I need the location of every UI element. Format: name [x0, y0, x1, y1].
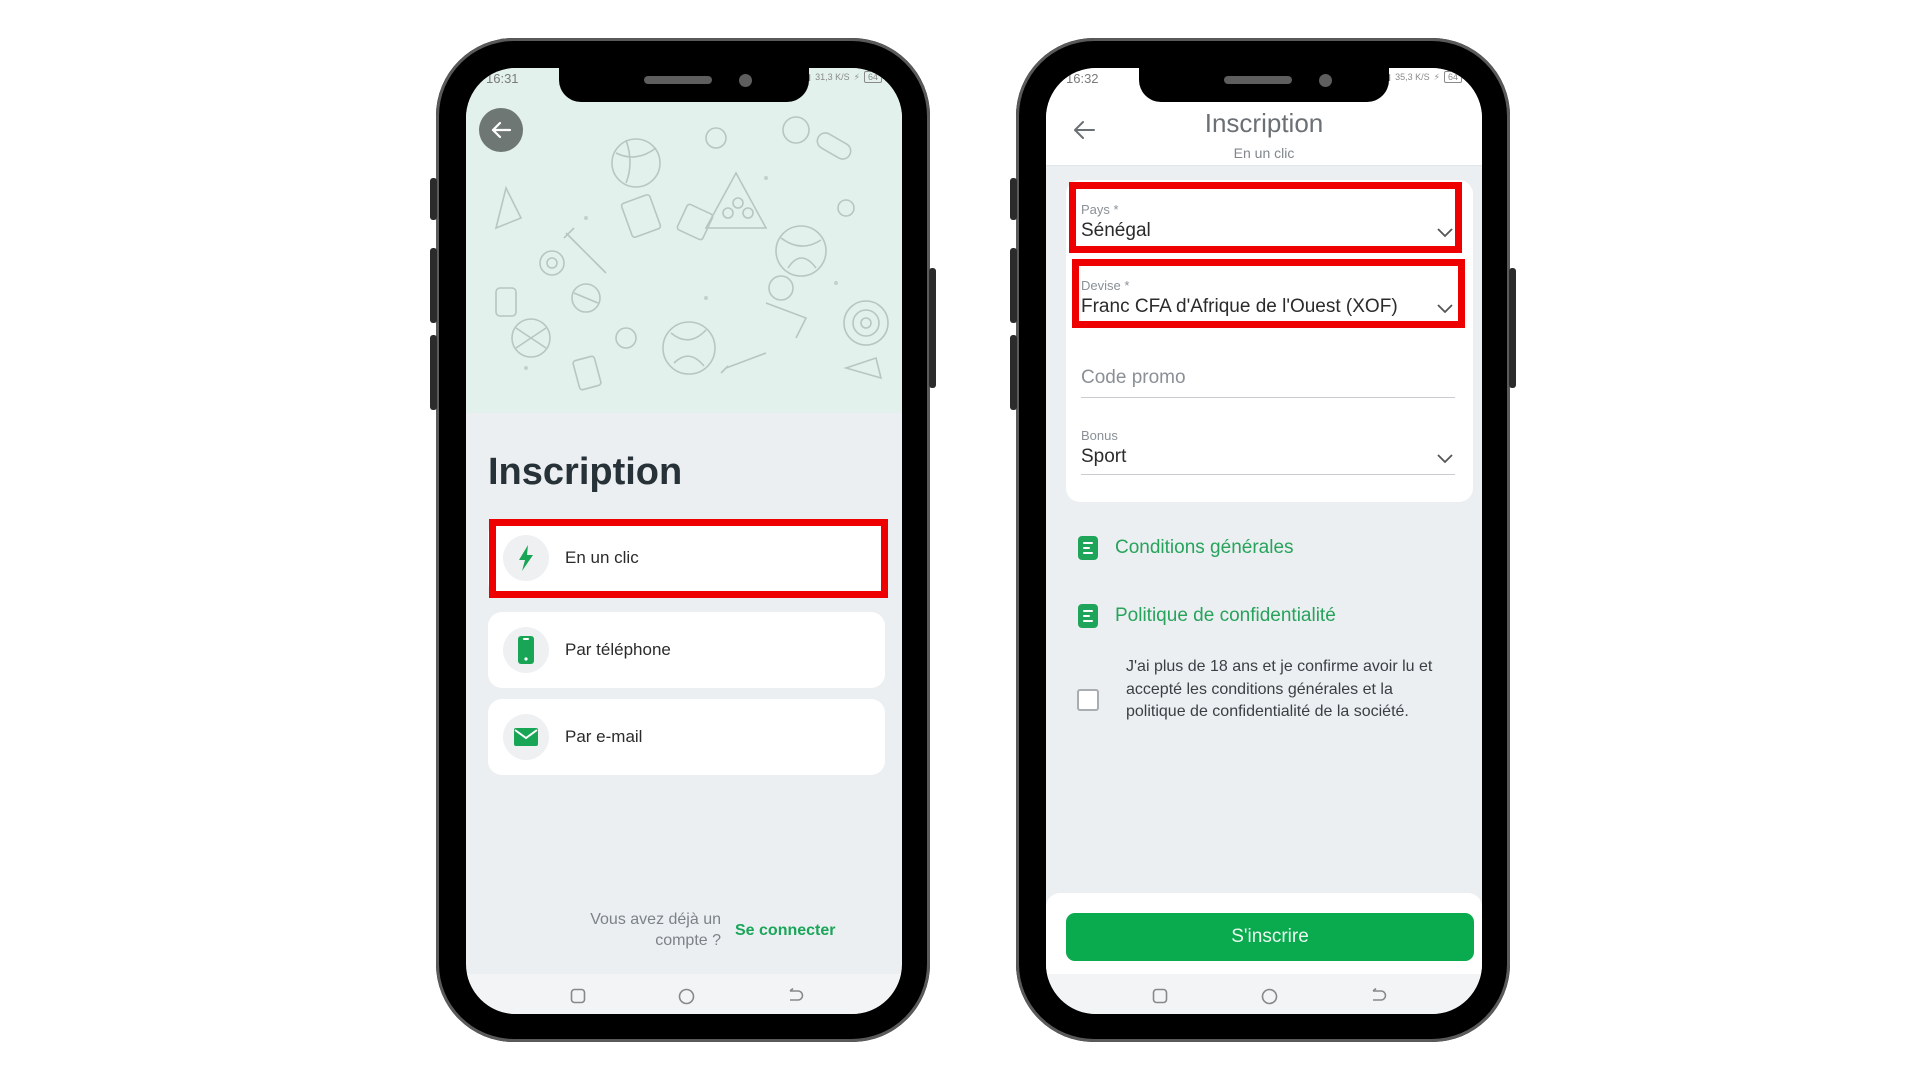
- android-nav-bar: [1046, 974, 1482, 1014]
- phone-icon: [518, 636, 534, 664]
- bonus-select[interactable]: Bonus Sport: [1066, 410, 1473, 480]
- right-screen: Inscription En un clic 16:32 ▮▮ 35,3 K/S…: [1046, 68, 1482, 1014]
- option-icon-bg: [503, 714, 549, 760]
- side-button: [1509, 268, 1516, 388]
- option-icon-bg: [503, 627, 549, 673]
- register-button[interactable]: S'inscrire: [1066, 913, 1474, 961]
- recents-icon[interactable]: [1152, 988, 1168, 1004]
- terms-link[interactable]: Conditions générales: [1078, 536, 1294, 560]
- side-button: [430, 335, 437, 410]
- promo-code-input[interactable]: Code promo: [1066, 350, 1473, 400]
- existing-account-text: Vous avez déjà un compte ?: [590, 909, 721, 951]
- home-icon[interactable]: [1261, 988, 1278, 1005]
- mail-icon: [514, 728, 538, 746]
- document-icon: [1078, 536, 1098, 560]
- status-time: 16:32: [1066, 71, 1099, 86]
- highlight-box-currency: [1072, 259, 1465, 328]
- header-subtitle: En un clic: [1233, 145, 1295, 161]
- privacy-link[interactable]: Politique de confidentialité: [1078, 604, 1336, 628]
- input-underline: [1081, 397, 1455, 398]
- status-icons: ▮▮ 31,3 K/S ⚡ 64: [801, 71, 882, 83]
- existing-account-line2: compte ?: [655, 932, 721, 949]
- chevron-down-icon: [1437, 454, 1453, 464]
- sports-doodles-icon: [494, 116, 889, 391]
- back-nav-icon[interactable]: [1370, 988, 1387, 1004]
- status-time: 16:31: [486, 71, 519, 86]
- header-title: Inscription: [1204, 108, 1324, 138]
- net-speed: 35,3 K/S: [1395, 72, 1430, 82]
- android-nav-bar: [466, 974, 902, 1014]
- notch: [1139, 68, 1389, 102]
- net-speed: 31,3 K/S: [815, 72, 850, 82]
- side-button: [1010, 178, 1017, 220]
- right-phone-frame: Inscription En un clic 16:32 ▮▮ 35,3 K/S…: [1010, 38, 1516, 1042]
- highlight-box: [489, 519, 888, 598]
- bonus-value: Sport: [1081, 446, 1127, 467]
- recents-icon[interactable]: [570, 988, 586, 1004]
- existing-account-line1: Vous avez déjà un: [590, 911, 721, 928]
- input-underline: [1081, 474, 1455, 475]
- left-screen: 16:31 ▮▮ 31,3 K/S ⚡ 64 Inscription En un…: [466, 68, 902, 1014]
- notch: [559, 68, 809, 102]
- sports-pattern-background: [466, 68, 902, 413]
- side-button: [929, 268, 936, 388]
- option-label: Par e-mail: [565, 727, 643, 746]
- terms-link-label: Conditions générales: [1115, 537, 1294, 558]
- back-button[interactable]: [479, 108, 523, 152]
- side-button: [430, 178, 437, 220]
- bonus-label: Bonus: [1081, 428, 1118, 443]
- option-email[interactable]: Par e-mail: [488, 699, 885, 775]
- page-title: Inscription: [488, 451, 683, 493]
- side-button: [430, 248, 437, 323]
- battery-level: 64: [863, 71, 882, 83]
- back-nav-icon[interactable]: [787, 988, 804, 1004]
- document-icon: [1078, 604, 1098, 628]
- side-button: [1010, 248, 1017, 323]
- option-label: Par téléphone: [565, 640, 671, 659]
- charging-icon: ⚡: [1433, 71, 1440, 82]
- side-button: [1010, 335, 1017, 410]
- promo-code-placeholder: Code promo: [1081, 367, 1186, 388]
- left-phone-frame: 16:31 ▮▮ 31,3 K/S ⚡ 64 Inscription En un…: [430, 38, 936, 1042]
- home-icon[interactable]: [678, 988, 695, 1005]
- login-link[interactable]: Se connecter: [735, 922, 835, 940]
- charging-icon: ⚡: [853, 71, 860, 82]
- battery-level: 64: [1443, 71, 1462, 83]
- consent-text: J'ai plus de 18 ans et je confirme avoir…: [1126, 658, 1433, 720]
- consent-checkbox[interactable]: [1077, 689, 1099, 711]
- status-icons: ▮▮ 35,3 K/S ⚡ 64: [1381, 71, 1462, 83]
- privacy-link-label: Politique de confidentialité: [1115, 605, 1336, 626]
- option-phone[interactable]: Par téléphone: [488, 612, 885, 688]
- highlight-box-country: [1069, 182, 1462, 253]
- back-arrow-icon: [491, 121, 512, 139]
